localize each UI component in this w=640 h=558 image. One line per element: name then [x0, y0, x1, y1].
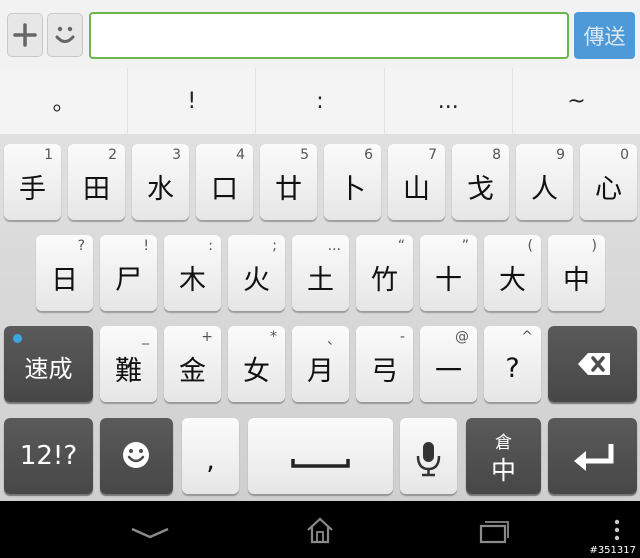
overflow-menu-icon[interactable] — [612, 519, 622, 543]
home-icon[interactable] — [304, 514, 336, 546]
back-chevron-icon[interactable] — [128, 523, 172, 543]
key[interactable]: 5廿 — [260, 144, 317, 220]
key-label: 廿 — [275, 173, 302, 205]
send-button[interactable]: 傳送 — [574, 12, 635, 59]
smiley-icon — [123, 442, 149, 468]
key-label: 田 — [83, 173, 110, 205]
key[interactable]: -弓 — [356, 326, 413, 402]
key-label: 水 — [147, 173, 174, 205]
suggestion-item[interactable]: ~ — [513, 68, 640, 134]
microphone-icon — [416, 442, 441, 477]
language-key[interactable]: 倉 中 — [466, 418, 541, 494]
language-key-top: 倉 — [495, 433, 512, 453]
key[interactable]: ; 火 — [228, 235, 285, 311]
key-label: 山 — [403, 173, 430, 205]
recents-icon[interactable] — [477, 519, 511, 545]
space-icon — [291, 459, 350, 468]
key[interactable]: ) 中 — [548, 235, 605, 311]
emoji-button[interactable] — [47, 13, 83, 57]
key[interactable]: 9人 — [516, 144, 573, 220]
key-label: 心 — [595, 173, 622, 205]
key[interactable]: ” 十 — [420, 235, 477, 311]
key-label: 人 — [531, 173, 558, 205]
key-label: 大 — [499, 264, 526, 296]
key[interactable]: (大 — [484, 235, 541, 311]
suggestion-item[interactable]: ... — [385, 68, 513, 134]
symbols-key[interactable]: 12!? — [4, 418, 93, 494]
emoji-key[interactable] — [100, 418, 173, 494]
key[interactable]: * 女 — [228, 326, 285, 402]
key-label: 戈 — [467, 173, 494, 205]
comma-key[interactable]: , — [182, 418, 239, 494]
enter-key[interactable] — [548, 418, 637, 494]
key-label: 難 — [115, 355, 142, 387]
suggestion-item[interactable]: : — [256, 68, 385, 134]
voice-input-key[interactable] — [400, 418, 457, 494]
key-label: , — [206, 444, 215, 476]
key-label: 12!? — [19, 441, 78, 471]
key-label: 卜 — [339, 173, 366, 205]
attach-button[interactable] — [7, 13, 43, 57]
composer-bar: 傳送 — [0, 0, 640, 69]
key-label: 中 — [563, 264, 590, 296]
plus-icon — [13, 23, 37, 47]
key[interactable]: @ 一 — [420, 326, 477, 402]
key-label: 口 — [211, 173, 238, 205]
key-label: 弓 — [371, 355, 398, 387]
backspace-key[interactable] — [548, 326, 637, 402]
enter-icon — [574, 444, 614, 471]
key[interactable]: :木 — [164, 235, 221, 311]
key-label: 竹 — [371, 264, 398, 296]
key[interactable]: ^? — [484, 326, 541, 402]
message-input[interactable] — [89, 12, 569, 59]
key[interactable]: + 金 — [164, 326, 221, 402]
key[interactable]: 2田 — [68, 144, 125, 220]
watermark-text: #351317 — [589, 545, 636, 556]
key-label: 日 — [51, 264, 78, 296]
key[interactable]: 6卜 — [324, 144, 381, 220]
key-label: 木 — [179, 264, 206, 296]
key-label: 速成 — [24, 354, 73, 383]
key[interactable]: 0心 — [580, 144, 637, 220]
space-key[interactable] — [248, 418, 393, 494]
backspace-icon — [578, 353, 610, 375]
key-label: 女 — [243, 355, 270, 387]
suggestion-strip: 。 ! : ... ~ — [0, 68, 640, 134]
system-navigation-bar: #351317 — [0, 501, 640, 558]
key-label: 十 — [435, 264, 462, 296]
key-label: 一 — [435, 355, 462, 387]
key-label: 月 — [307, 355, 334, 387]
suggestion-item[interactable]: 。 — [0, 68, 129, 134]
key-label: 手 — [19, 173, 46, 205]
key[interactable]: 、月 — [292, 326, 349, 402]
key-label: ? — [505, 352, 520, 384]
key[interactable]: _ 難 — [100, 326, 157, 402]
key[interactable]: “竹 — [356, 235, 413, 311]
key-label: 尸 — [115, 264, 142, 296]
suggestion-item[interactable]: ! — [128, 68, 257, 134]
smiley-icon — [55, 26, 75, 43]
key[interactable]: ! 尸 — [100, 235, 157, 311]
key-label: 金 — [179, 355, 206, 387]
key[interactable]: ... 土 — [292, 235, 349, 311]
key-label: 火 — [243, 264, 270, 296]
key[interactable]: 7山 — [388, 144, 445, 220]
input-mode-key[interactable]: 速成 — [4, 326, 93, 402]
key[interactable]: 8戈 — [452, 144, 509, 220]
key[interactable]: 3水 — [132, 144, 189, 220]
keyboard: 1手 2田 3水 4口 5廿 6卜 7山 8戈 9人 0心 ? 日 ! 尸 :木 ;… — [0, 134, 640, 501]
key[interactable]: 4口 — [196, 144, 253, 220]
language-key-label: 中 — [490, 456, 516, 485]
key[interactable]: 1手 — [4, 144, 61, 220]
key-label: 土 — [307, 264, 334, 296]
key[interactable]: ? 日 — [36, 235, 93, 311]
